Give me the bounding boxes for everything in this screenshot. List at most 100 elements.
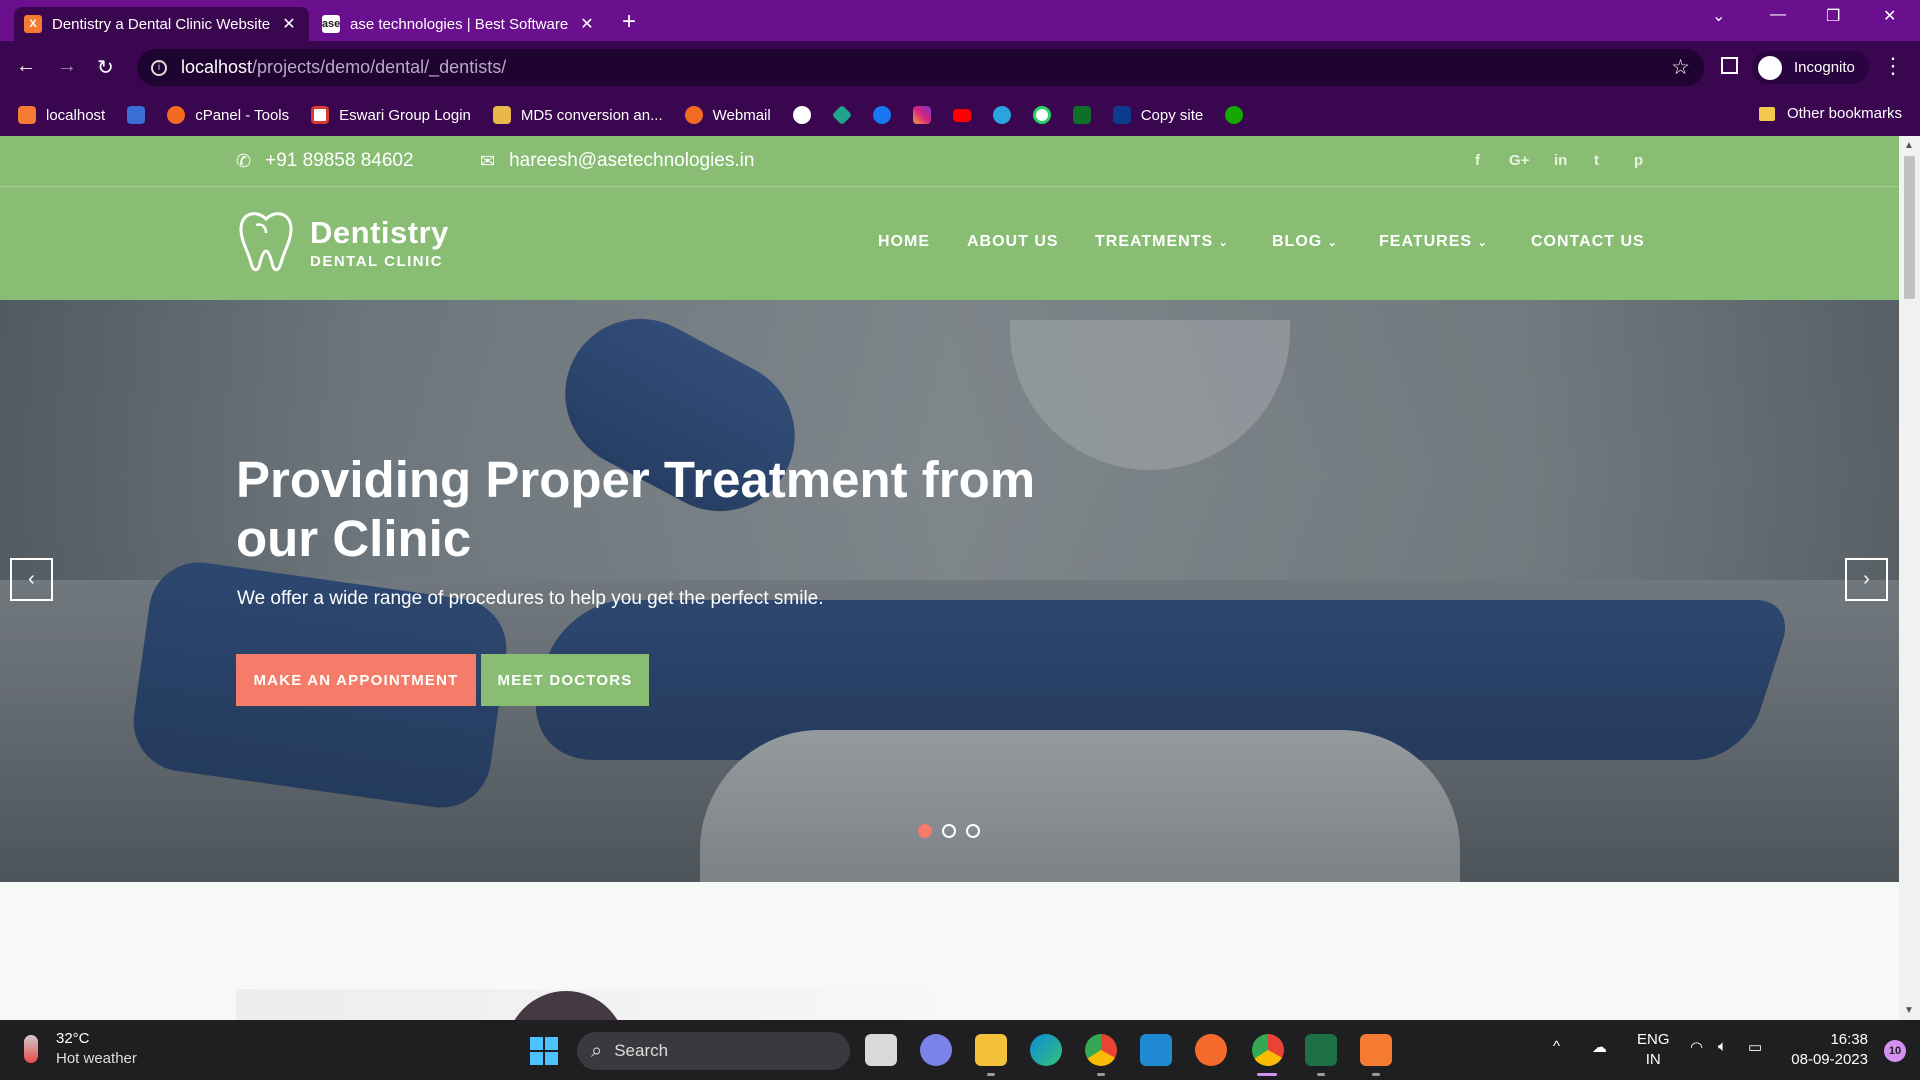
bookmark-label: cPanel - Tools — [195, 106, 290, 124]
windows-start-icon[interactable] — [530, 1037, 558, 1065]
nav-treatments[interactable]: TREATMENTS ⌄ — [1095, 233, 1229, 251]
hero-slider: Providing Proper Treatment from our Clin… — [0, 300, 1899, 882]
nav-features[interactable]: FEATURES ⌄ — [1379, 233, 1488, 251]
bookmark-instagram[interactable] — [912, 106, 931, 124]
nav-about-us[interactable]: ABOUT US — [967, 233, 1059, 251]
nav-blog[interactable]: BLOG ⌄ — [1272, 233, 1338, 251]
other-bookmarks-label: Other bookmarks — [1786, 105, 1902, 122]
meet-doctors-button[interactable]: MEET DOCTORS — [481, 654, 649, 706]
close-window-button[interactable]: ✕ — [1883, 6, 1896, 26]
xampp-icon[interactable] — [1360, 1034, 1392, 1066]
weather-temp: 32°C — [56, 1030, 90, 1047]
file-explorer-icon[interactable] — [975, 1034, 1007, 1066]
scroll-up-icon[interactable]: ▲ — [1904, 140, 1914, 151]
tooth-logo-icon[interactable] — [236, 211, 296, 275]
slider-dot-1[interactable] — [918, 824, 932, 838]
search-icon: ⌕ — [591, 1039, 603, 1062]
chevron-down-icon: ⌄ — [1327, 237, 1338, 249]
facebook-icon[interactable]: f — [1475, 152, 1480, 169]
show-hidden-icons-icon[interactable]: ^ — [1553, 1038, 1560, 1055]
nav-contact-us[interactable]: CONTACT US — [1531, 233, 1645, 251]
bookmark-f[interactable] — [127, 106, 146, 124]
bookmark-webmail[interactable]: Webmail — [684, 106, 771, 124]
tab-dentistry[interactable]: X Dentistry a Dental Clinic Website ✕ — [14, 7, 309, 41]
reload-icon[interactable]: ↻ — [97, 55, 114, 80]
email-contact[interactable]: ✉ hareesh@asetechnologies.in — [480, 150, 754, 172]
windows-taskbar: 32°C Hot weather ⌕ Search ^ ☁ ENG IN ◠ 🔈… — [0, 1020, 1920, 1080]
edge-icon[interactable] — [1030, 1034, 1062, 1066]
excel-icon[interactable] — [1305, 1034, 1337, 1066]
restore-button[interactable]: ❐ — [1826, 6, 1840, 26]
bookmark-md5[interactable]: MD5 conversion an... — [492, 106, 663, 124]
wifi-icon[interactable]: ◠ — [1690, 1038, 1703, 1056]
side-panel-icon[interactable] — [1721, 57, 1738, 74]
forward-icon[interactable]: → — [57, 55, 77, 78]
active-indicator — [1257, 1073, 1277, 1076]
incognito-icon — [1758, 55, 1782, 80]
slider-next-button[interactable]: › — [1845, 558, 1888, 601]
bookmark-star-icon[interactable]: ☆ — [1671, 55, 1690, 80]
tab-search-icon[interactable]: ⌄ — [1712, 6, 1725, 26]
bookmark-telegram[interactable] — [992, 106, 1011, 124]
task-view-icon[interactable] — [865, 1034, 897, 1066]
make-appointment-button[interactable]: MAKE AN APPOINTMENT — [236, 654, 476, 706]
bookmark-eswari[interactable]: Eswari Group Login — [311, 106, 471, 124]
logo-tagline: DENTAL CLINIC — [310, 253, 444, 270]
bookmark-green-folder[interactable] — [1072, 106, 1091, 124]
phone-contact[interactable]: ✆ +91 89858 84602 — [236, 150, 414, 172]
ase-icon: ase — [322, 15, 340, 33]
volume-icon[interactable]: 🔈︎ — [1718, 1038, 1727, 1055]
close-tab-icon[interactable]: ✕ — [279, 14, 299, 34]
battery-icon[interactable]: ▭ — [1748, 1038, 1762, 1056]
bookmark-facebook[interactable] — [872, 106, 891, 124]
nav-label: FEATURES — [1379, 233, 1473, 250]
instagram-icon — [912, 106, 931, 124]
logo-text[interactable]: Dentistry DENTAL CLINIC — [310, 215, 449, 270]
slider-dot-2[interactable] — [942, 824, 956, 838]
browser-menu-icon[interactable]: ⋮ — [1882, 53, 1904, 79]
bookmark-cpanel[interactable]: cPanel - Tools — [167, 106, 289, 124]
notification-badge[interactable]: 10 — [1884, 1040, 1906, 1062]
onedrive-icon[interactable]: ☁ — [1592, 1038, 1607, 1056]
bookmark-diamond[interactable] — [831, 104, 852, 126]
chrome-incognito-icon[interactable] — [1252, 1034, 1284, 1066]
bookmark-localhost[interactable]: localhost — [18, 106, 105, 124]
bookmark-copy-site[interactable]: Copy site — [1112, 106, 1203, 124]
back-icon[interactable]: ← — [16, 55, 36, 78]
address-bar[interactable]: i localhost/projects/demo/dental/_dentis… — [137, 49, 1704, 86]
bookmark-upwork[interactable] — [1225, 106, 1244, 124]
weather-widget[interactable]: 32°C Hot weather — [24, 1030, 137, 1067]
vscode-icon[interactable] — [1140, 1034, 1172, 1066]
bookmark-github[interactable] — [792, 106, 811, 124]
site-info-icon[interactable]: i — [151, 59, 167, 76]
slider-dot-3[interactable] — [966, 824, 980, 838]
nav-home[interactable]: HOME — [878, 233, 930, 251]
minimize-button[interactable]: — — [1770, 6, 1786, 24]
bookmark-whatsapp[interactable] — [1032, 106, 1051, 124]
w-icon — [1112, 106, 1131, 124]
slider-prev-button[interactable]: ‹ — [10, 558, 53, 601]
google-plus-icon[interactable]: G+ — [1509, 152, 1529, 169]
tab-ase-technologies[interactable]: ase ase technologies | Best Software ✕ — [312, 7, 607, 41]
chevron-right-icon: › — [1863, 568, 1870, 590]
incognito-profile-button[interactable]: Incognito — [1752, 51, 1869, 84]
linkedin-icon[interactable]: in — [1554, 152, 1567, 169]
page-scrollbar[interactable]: ▲ ▼ — [1899, 136, 1920, 1020]
postman-icon[interactable] — [1195, 1034, 1227, 1066]
clock[interactable]: 16:38 08-09-2023 — [1791, 1030, 1868, 1070]
twitter-icon[interactable]: t — [1594, 152, 1599, 169]
pinterest-icon[interactable]: p — [1634, 152, 1643, 169]
taskbar-search[interactable]: ⌕ Search — [577, 1032, 850, 1070]
scrollbar-thumb[interactable] — [1904, 156, 1915, 299]
xampp-icon — [18, 106, 36, 124]
whatsapp-icon — [1032, 106, 1051, 124]
new-tab-button[interactable]: + — [622, 8, 636, 36]
chrome-icon[interactable] — [1085, 1034, 1117, 1066]
language-indicator[interactable]: ENG IN — [1637, 1030, 1670, 1070]
logo-name: Dentistry — [310, 215, 449, 250]
other-bookmarks[interactable]: Other bookmarks — [1758, 105, 1902, 122]
close-tab-icon[interactable]: ✕ — [577, 14, 597, 34]
scroll-down-icon[interactable]: ▼ — [1904, 1005, 1914, 1016]
bookmark-youtube[interactable] — [952, 108, 971, 122]
teams-chat-icon[interactable] — [920, 1034, 952, 1066]
